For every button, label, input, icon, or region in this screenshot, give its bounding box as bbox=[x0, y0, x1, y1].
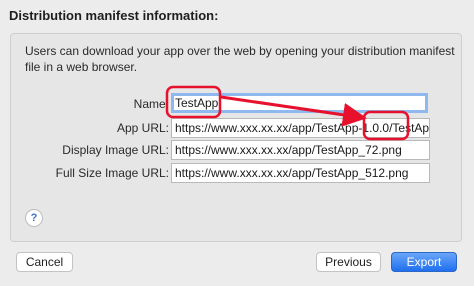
manifest-panel: Users can download your app over the web… bbox=[10, 33, 462, 242]
name-field[interactable]: TestApp bbox=[171, 93, 428, 113]
display-image-url-field[interactable]: https://www.xxx.xx.xx/app/TestApp_72.png bbox=[171, 140, 430, 160]
display-image-url-label: Display Image URL: bbox=[62, 143, 169, 157]
app-url-field[interactable]: https://www.xxx.xx.xx/app/TestApp-1.0.0/… bbox=[171, 118, 430, 138]
export-button[interactable]: Export bbox=[391, 252, 457, 272]
full-size-image-url-label: Full Size Image URL: bbox=[55, 166, 169, 180]
full-size-image-url-field[interactable]: https://www.xxx.xx.xx/app/TestApp_512.pn… bbox=[171, 163, 430, 183]
name-label: Name: bbox=[133, 97, 169, 111]
cancel-button[interactable]: Cancel bbox=[16, 252, 73, 272]
dialog-description: Users can download your app over the web… bbox=[25, 44, 455, 74]
dialog-title: Distribution manifest information: bbox=[9, 8, 219, 23]
question-icon: ? bbox=[30, 212, 38, 224]
help-button[interactable]: ? bbox=[25, 209, 43, 227]
previous-button[interactable]: Previous bbox=[316, 252, 381, 272]
app-url-label: App URL: bbox=[116, 121, 169, 135]
export-dialog: Distribution manifest information: Users… bbox=[0, 0, 474, 286]
